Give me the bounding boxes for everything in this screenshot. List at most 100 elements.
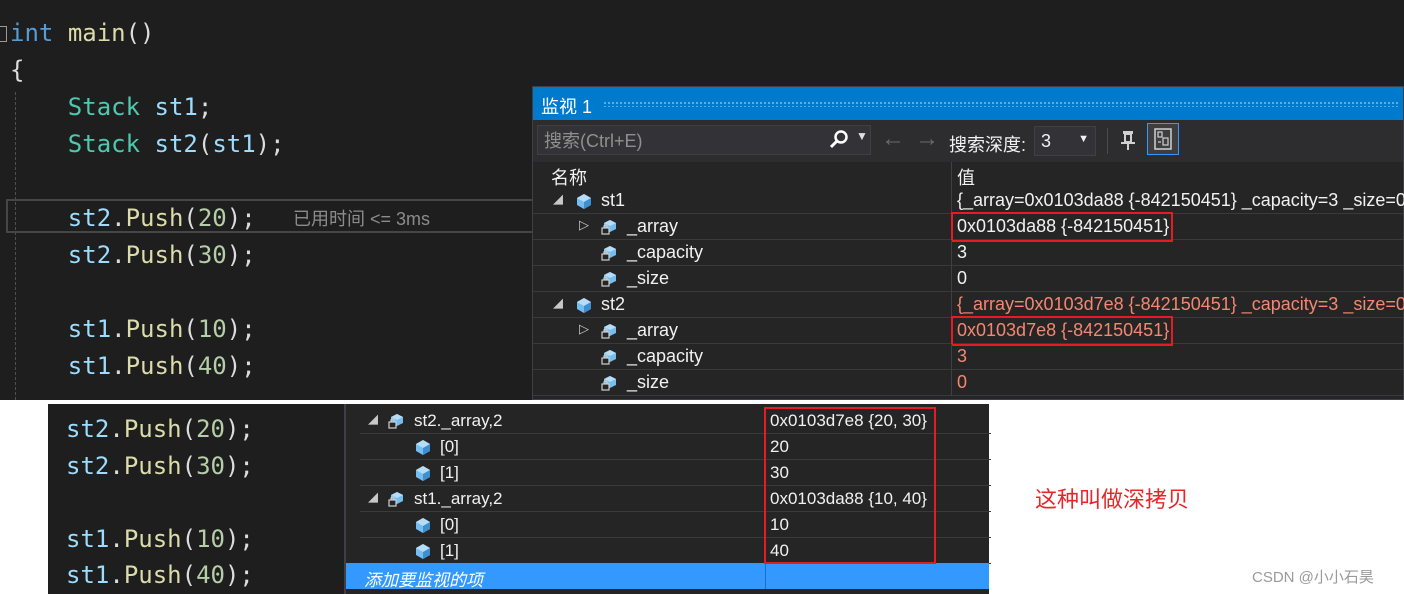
watch-row-value[interactable]: {_array=0x0103d7e8 {-842150451} _capacit…: [957, 294, 1404, 315]
code-token: st2: [67, 204, 112, 232]
collapse-arrow-icon[interactable]: ◢: [553, 295, 563, 311]
code-line[interactable]: st1.Push(10);: [10, 311, 285, 348]
watch-window-1[interactable]: 监视 1 ▼ ← → 搜索深度: 3 ▼: [532, 86, 1404, 400]
watch-row[interactable]: ◢ st2 {_array=0x0103d7e8 {-842150451} _cap…: [533, 292, 1404, 318]
code-token: main: [67, 19, 126, 47]
column-splitter: [765, 563, 766, 589]
code-line[interactable]: [10, 163, 285, 200]
watch-title-bar[interactable]: 监视 1: [533, 87, 1403, 120]
code-editor-bottom[interactable]: st2.Push(20); st2.Push(30); st1.Push(10);…: [48, 404, 344, 594]
collapse-arrow-icon[interactable]: ◢: [368, 411, 378, 427]
code-token: ;: [197, 93, 213, 121]
watch-row-value[interactable]: {_array=0x0103da88 {-842150451} _capacit…: [957, 190, 1404, 211]
code-token: Push: [125, 204, 184, 232]
code-text[interactable]: int main(){ Stack st1; Stack st2(st1); s…: [10, 15, 285, 385]
watch-row[interactable]: ▷ _array 0x0103da88 {-842150451}: [533, 212, 1403, 242]
value-highlight-box: [951, 212, 1173, 242]
code-token: st2: [66, 451, 110, 480]
watch-row[interactable]: _size 0: [533, 370, 1403, 396]
watch-row[interactable]: ◢ st1 {_array=0x0103da88 {-842150451} _cap…: [533, 188, 1404, 214]
code-token: (: [183, 241, 198, 269]
code-line[interactable]: int main(): [10, 15, 285, 52]
code-token: 30: [196, 451, 225, 480]
code-text[interactable]: st2.Push(20); st2.Push(30); st1.Push(10);…: [66, 411, 254, 594]
code-line[interactable]: [10, 274, 285, 311]
expand-arrow-icon[interactable]: ▷: [579, 217, 589, 233]
collapse-arrow-icon[interactable]: ◢: [368, 489, 378, 505]
code-token: );: [226, 204, 256, 232]
column-name-header[interactable]: 名称: [551, 164, 587, 190]
search-box[interactable]: ▼: [537, 125, 871, 155]
code-line[interactable]: st2.Push(20);: [66, 411, 254, 448]
code-line[interactable]: Stack st1;: [10, 89, 285, 126]
watch-row-name: [0]: [440, 515, 459, 534]
search-icon[interactable]: [828, 129, 850, 151]
forward-arrow-icon[interactable]: →: [915, 127, 939, 151]
field-icon: [388, 492, 403, 507]
watch-row-value[interactable]: 0: [957, 268, 967, 289]
watch-row[interactable]: _capacity 3: [533, 240, 1403, 266]
struct-icon: [577, 194, 591, 209]
struct-icon: [577, 298, 591, 313]
code-line[interactable]: st2.Push(30);: [10, 237, 285, 274]
code-line[interactable]: Stack st2(st1);: [10, 126, 285, 163]
collapse-icon[interactable]: [0, 26, 7, 42]
code-line[interactable]: st2.Push(30);: [66, 448, 254, 485]
code-token: (: [181, 415, 197, 443]
watermark: CSDN @小小石昊: [1252, 569, 1374, 586]
code-token: 20: [197, 204, 227, 232]
pin-icon[interactable]: [1116, 128, 1140, 152]
search-depth-label: 搜索深度:: [949, 135, 1027, 155]
watch-row[interactable]: _capacity 3: [533, 344, 1403, 370]
code-token: (: [183, 204, 198, 232]
element-icon: [416, 440, 430, 455]
field-icon: [601, 376, 616, 391]
code-token: (): [125, 19, 155, 47]
search-input[interactable]: [542, 129, 816, 153]
chevron-down-icon[interactable]: ▼: [856, 129, 868, 143]
field-icon: [601, 324, 616, 339]
code-token: );: [226, 315, 256, 343]
add-watch-row[interactable]: 添加要监视的项: [346, 563, 989, 590]
code-line[interactable]: [66, 484, 254, 521]
collapse-arrow-icon[interactable]: ◢: [553, 191, 563, 207]
column-value-header[interactable]: 值: [957, 164, 975, 190]
code-line[interactable]: {: [10, 52, 285, 89]
element-icon: [416, 518, 430, 533]
watch-row[interactable]: ▷ _array 0x0103d7e8 {-842150451}: [533, 316, 1403, 346]
expand-arrow-icon[interactable]: ▷: [579, 321, 589, 337]
watch-row-name: _array: [627, 320, 679, 340]
code-line[interactable]: st2.Push(20);: [10, 200, 285, 237]
code-line[interactable]: st1.Push(40);: [10, 348, 285, 385]
code-line[interactable]: st1.Push(40);: [66, 557, 254, 594]
title-drag-handle[interactable]: [603, 101, 1399, 107]
watch-row-value[interactable]: 3: [957, 242, 967, 263]
watch-row-value[interactable]: 0: [957, 372, 967, 393]
code-token: 40: [197, 352, 227, 380]
watch-row-name: _size: [627, 372, 670, 392]
watch-row-name: st2: [601, 294, 626, 314]
code-token: (: [197, 130, 213, 158]
code-line[interactable]: st1.Push(10);: [66, 521, 254, 558]
watch-row-name: _size: [627, 268, 670, 288]
search-depth-select[interactable]: 3 ▼: [1034, 126, 1096, 156]
perf-tip: 已用时间 <= 3ms: [293, 209, 431, 229]
watch-toolbar: ▼ ← → 搜索深度: 3 ▼: [533, 120, 1403, 162]
chevron-down-icon: ▼: [1078, 133, 1089, 145]
field-icon: [388, 414, 403, 429]
code-token: Push: [123, 415, 182, 443]
search-depth-value: 3: [1041, 131, 1052, 151]
watch-row-name: _capacity: [627, 346, 704, 366]
column-splitter[interactable]: [951, 162, 952, 188]
code-token: st2: [67, 241, 112, 269]
watch-row-name: _capacity: [627, 242, 704, 262]
watch-row[interactable]: _size 0: [533, 266, 1403, 292]
hex-display-button[interactable]: [1147, 123, 1179, 155]
back-arrow-icon[interactable]: ←: [881, 127, 905, 151]
watch-row-value[interactable]: 3: [957, 346, 967, 367]
code-token: int: [10, 19, 54, 47]
